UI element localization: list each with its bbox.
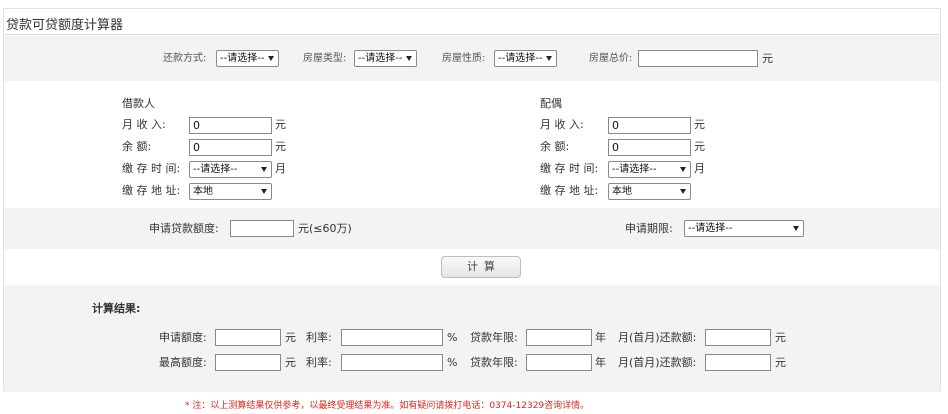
result-monthly-output-1	[705, 329, 771, 346]
result-years-output-2	[526, 354, 592, 371]
calculate-button[interactable]: 计算	[441, 256, 521, 278]
spouse-balance-label: 余 额:	[540, 140, 570, 153]
result-years-unit-1: 年	[595, 331, 606, 344]
borrower-deposit-addr-select[interactable]: 本地	[189, 183, 272, 200]
house-nature-select[interactable]: --请选择--	[494, 50, 557, 67]
spouse-balance-unit: 元	[694, 140, 705, 153]
spouse-income-label: 月 收 入:	[540, 118, 584, 131]
result-monthly-output-2	[705, 354, 771, 371]
total-price-label: 房屋总价:	[589, 53, 633, 64]
apply-row: 申请贷款额度: 元(≤60万) 申请期限: --请选择--	[4, 208, 940, 249]
result-heading: 计算结果:	[92, 302, 141, 315]
borrower-deposit-addr-label: 缴 存 地 址:	[122, 184, 181, 197]
borrower-income-unit: 元	[275, 118, 286, 131]
result-section: 计算结果: 申请额度: 元 利率: % 贷款年限: 年 月(首月)还款额: 元 …	[4, 285, 940, 392]
repay-method-label: 还款方式:	[163, 53, 207, 64]
borrower-balance-label: 余 额:	[122, 140, 152, 153]
spouse-deposit-addr-select[interactable]: 本地	[608, 183, 691, 200]
borrower-balance-input[interactable]: 0	[189, 139, 272, 156]
borrower-income-label: 月 收 入:	[122, 118, 166, 131]
apply-amount-unit: 元(≤60万)	[298, 222, 352, 235]
apply-term-label: 申请期限:	[625, 222, 673, 235]
spouse-balance-input[interactable]: 0	[608, 139, 691, 156]
result-years-label-1: 贷款年限:	[470, 331, 518, 344]
result-monthly-label-1: 月(首月)还款额:	[618, 331, 697, 344]
spouse-month-unit: 月	[694, 162, 705, 175]
result-apply-amount-output	[215, 329, 281, 346]
spouse-deposit-time-label: 缴 存 时 间:	[540, 162, 599, 175]
result-rate-output-1	[341, 329, 443, 346]
top-options-row: 还款方式: --请选择-- 房屋类型: --请选择-- 房屋性质: --请选择-…	[4, 36, 940, 81]
result-apply-amount-label: 申请额度:	[159, 331, 207, 344]
apply-term-select[interactable]: --请选择--	[684, 220, 804, 237]
borrower-deposit-time-select[interactable]: --请选择--	[189, 161, 272, 178]
result-rate-label-2: 利率:	[306, 356, 332, 369]
result-years-unit-2: 年	[595, 356, 606, 369]
result-max-amount-label: 最高额度:	[159, 356, 207, 369]
result-years-label-2: 贷款年限:	[470, 356, 518, 369]
result-rate-output-2	[341, 354, 443, 371]
result-monthly-unit-2: 元	[775, 356, 786, 369]
spouse-income-unit: 元	[694, 118, 705, 131]
result-rate-unit-1: %	[447, 331, 458, 344]
result-monthly-label-2: 月(首月)还款额:	[618, 356, 697, 369]
result-max-amount-unit: 元	[285, 356, 296, 369]
applicant-section: 借款人 月 收 入: 0 元 余 额: 0 元 缴 存 时 间: --请选择--…	[4, 81, 940, 208]
calculator-title: 贷款可贷额度计算器	[6, 18, 124, 33]
house-type-select[interactable]: --请选择--	[354, 50, 417, 67]
borrower-deposit-time-label: 缴 存 时 间:	[122, 162, 181, 175]
spouse-deposit-addr-label: 缴 存 地 址:	[540, 184, 599, 197]
spouse-deposit-time-select[interactable]: --请选择--	[608, 161, 691, 178]
apply-amount-input[interactable]	[230, 220, 294, 237]
borrower-income-input[interactable]: 0	[189, 117, 272, 134]
total-price-unit: 元	[762, 52, 773, 65]
result-rate-label-1: 利率:	[306, 331, 332, 344]
repay-method-select[interactable]: --请选择--	[216, 50, 279, 67]
house-type-label: 房屋类型:	[303, 53, 347, 64]
apply-amount-label: 申请贷款额度:	[149, 222, 219, 235]
loan-calculator: 贷款可贷额度计算器 还款方式: --请选择-- 房屋类型: --请选择-- 房屋…	[3, 8, 941, 392]
borrower-heading: 借款人	[122, 97, 155, 110]
result-years-output-1	[526, 329, 592, 346]
borrower-month-unit: 月	[275, 162, 286, 175]
house-nature-label: 房屋性质:	[442, 53, 486, 64]
result-apply-amount-unit: 元	[285, 331, 296, 344]
total-price-input[interactable]	[638, 50, 758, 67]
spouse-heading: 配偶	[540, 97, 562, 110]
result-rate-unit-2: %	[447, 356, 458, 369]
result-max-amount-output	[215, 354, 281, 371]
spouse-income-input[interactable]: 0	[608, 117, 691, 134]
disclaimer-note: * 注：以上测算结果仅供参考，以最终受理结果为准。如有疑问请拨打电话：0374-…	[185, 401, 590, 411]
calculator-title-bar: 贷款可贷额度计算器	[4, 9, 940, 35]
borrower-balance-unit: 元	[275, 140, 286, 153]
result-monthly-unit-1: 元	[775, 331, 786, 344]
